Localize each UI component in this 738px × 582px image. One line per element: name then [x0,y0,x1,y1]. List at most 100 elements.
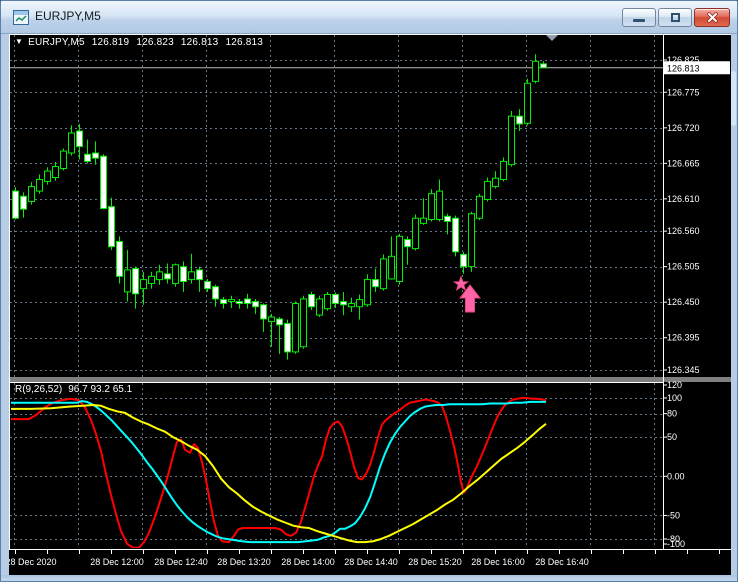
candle [300,295,307,349]
indicator-axis-label: 120 [667,380,682,390]
current-price-tag-text: 126.813 [667,63,700,73]
price-axis-label: 126.505 [667,262,700,272]
ohlc-open: 126.819 [91,37,130,48]
candle [180,261,187,292]
candle [252,298,259,314]
candle [396,233,403,285]
price-axis-label: 126.720 [667,123,700,133]
price-axis-label: 126.450 [667,297,700,307]
indicator-axis-label: -50 [667,510,680,520]
candle [332,292,339,308]
price-axis-label: 126.395 [667,333,700,343]
candle [540,61,547,69]
candle [124,249,131,302]
price-axis-label: 126.345 [667,365,700,375]
candle [276,317,283,354]
candle [12,187,19,220]
indicator-axis-label: 100 [667,393,682,403]
chart-window-icon [13,10,29,25]
candle [484,177,491,202]
candle [116,236,123,284]
time-axis-label: 28 Dec 14:00 [281,557,335,567]
chart-shift-marker-icon [546,35,558,41]
candle [372,268,379,292]
time-axis[interactable]: 28 Dec 2020 28 Dec 12:00 28 Dec 12:40 28 De… [9,550,720,567]
candle [100,154,107,210]
indicator-axis-label: -100 [667,539,685,549]
window-titlebar[interactable]: EURJPY,M5 [1,1,737,34]
candle [244,293,251,309]
candle [36,174,43,194]
close-icon [706,12,718,23]
candle [108,197,115,250]
candle [532,54,539,84]
candle [452,215,459,257]
indicator-axis-label: 50 [667,432,677,442]
time-axis-label: 28 Dec 14:40 [344,557,398,567]
window-buttons [622,8,730,27]
candle [436,179,443,222]
candle [140,271,147,305]
candle [428,189,435,222]
window-edge-highlight [731,71,736,126]
ohlc-low: 126.813 [180,37,219,48]
mt4-chart-window: EURJPY,M5 126.825 126.775 126.720 126.665 12… [0,0,738,582]
candle [292,301,299,354]
time-axis-label: 28 Dec 13:20 [217,557,271,567]
candle [148,271,155,289]
price-axis-label: 126.560 [667,226,700,236]
candle [524,78,531,126]
candle [420,198,427,225]
candle [84,139,91,164]
candles [12,54,547,360]
candle [356,294,363,320]
candle [132,266,139,309]
candle [492,171,499,189]
indicator-axis: 12010080500.00-50-80-100 [663,380,685,549]
candle [68,125,75,156]
candle [364,274,371,307]
candle [44,167,51,185]
minimize-icon [633,19,645,22]
oscillator-lines [11,397,547,548]
indicator-label: R(9,26,52) 96.7 93.2 65.1 [15,384,138,395]
time-axis-label: 28 Dec 2020 [9,557,57,567]
chart-client-area: 126.825 126.775 126.720 126.665 126.610 126.5… [9,34,731,575]
candle [348,297,355,312]
time-axis-label: 28 Dec 12:00 [90,557,144,567]
time-axis-label: 28 Dec 15:20 [408,557,462,567]
candle [172,263,179,287]
close-button[interactable] [694,8,730,27]
price-axis-label: 126.610 [667,194,700,204]
candle [308,291,315,310]
candle [188,253,195,284]
ohlc-high: 126.823 [136,37,174,48]
chart-symbol-label: EURJPY,M5 [28,37,85,48]
candlestick-and-oscillator-canvas[interactable]: 126.825126.775126.720126.665126.610126.5… [9,34,731,575]
indicator-axis-label: 0.00 [667,471,685,481]
minimize-button[interactable] [622,8,656,27]
indicator-name: R(9,26,52) [15,384,63,395]
candle [316,295,323,318]
candle [388,236,395,280]
candle [476,193,483,221]
restore-button[interactable] [658,8,692,27]
candle [20,192,27,218]
candle [92,141,99,165]
candle [52,162,59,181]
candle [28,182,35,205]
candle [380,254,387,291]
oscillator-line-fast [11,397,547,548]
buy-arrow-icon [458,284,482,313]
chart-ohlc-header: ▼ EURJPY,M5 126.819 126.823 126.813 126.813 [15,37,263,48]
collapse-triangle-icon[interactable]: ▼ [15,37,23,46]
time-axis-label: 28 Dec 12:40 [154,557,208,567]
candle [212,284,219,307]
candle [260,303,267,332]
candle [228,295,235,308]
candle [268,313,275,347]
candle [468,211,475,272]
ohlc-close: 126.813 [225,37,264,48]
candle [164,263,171,284]
candle [284,319,291,360]
